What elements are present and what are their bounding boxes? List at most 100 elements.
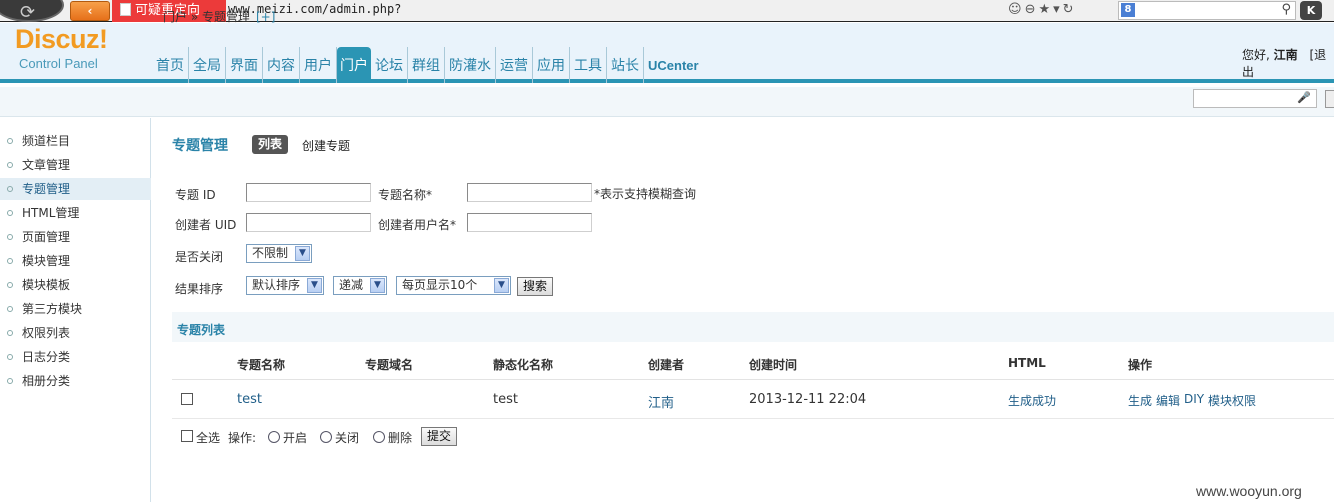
dropdown-arrow-icon[interactable]: ▼ [494,278,509,293]
topic-list-header: 专题列表 [172,312,1334,342]
perpage-select-value: 每页显示10个 [402,278,478,292]
sidebar-item-channels[interactable]: 频道栏目 [0,130,151,152]
tab-list[interactable]: 列表 [252,135,289,154]
static-name-cell: test [493,392,518,407]
tab-create-topic[interactable]: 创建专题 [302,137,350,154]
sidebar-item-pages[interactable]: 页面管理 [0,226,151,248]
sidebar-item-label: 相册分类 [22,374,71,388]
bullet-icon [7,330,13,336]
search-engine-icon[interactable]: 8 [1121,3,1135,17]
admin-search-button[interactable] [1325,90,1334,108]
topic-list-title: 专题列表 [177,323,226,337]
nav-ucenter[interactable]: UCenter [644,47,703,83]
operation-label: 操作: [228,431,257,445]
perpage-select[interactable]: 每页显示10个 ▼ [396,276,511,295]
module-permissions-link[interactable]: 模块权限 [1208,392,1256,409]
microphone-icon[interactable]: 🎤 [1297,91,1311,104]
html-status-link[interactable]: 生成成功 [1008,392,1056,409]
order-select-value: 递减 [339,278,364,292]
dropdown-arrow-icon[interactable]: ▼ [307,278,322,293]
diy-link[interactable]: DIY [1184,392,1204,406]
reload-icon[interactable]: ↻ [1063,2,1077,17]
column-header: 创建者 [648,358,685,372]
column-header: HTML [1008,356,1046,370]
sidebar-item-permissions[interactable]: 权限列表 [0,322,151,344]
browser-search-input[interactable]: 8 ⚲ [1118,1,1296,20]
topic-name-input[interactable] [467,183,592,202]
creator-link[interactable]: 江南 [648,392,674,411]
nav-antispam[interactable]: 防灌水 [445,47,496,83]
add-shortcut-link[interactable]: [+] [256,10,275,24]
sidebar-item-articles[interactable]: 文章管理 [0,154,151,176]
nav-tools[interactable]: 工具 [570,47,607,83]
topic-name-label: 专题名称* [378,188,433,202]
browser-menu-button[interactable]: ⟳ [0,0,64,23]
nav-users[interactable]: 用户 [300,47,337,83]
breadcrumb: 门户 » 专题管理 [+] [163,8,275,25]
back-button[interactable]: ‹ [70,1,110,21]
sidebar-item-html[interactable]: HTML管理 [0,202,151,224]
edit-link[interactable]: 编辑 [1156,392,1180,409]
nav-operations[interactable]: 运营 [496,47,533,83]
chevron-down-icon[interactable]: ▾ [1053,2,1063,17]
topic-name-link[interactable]: test [237,392,262,407]
dropdown-arrow-icon[interactable]: ▼ [295,246,310,261]
nav-forum[interactable]: 论坛 [371,47,408,83]
block-icon[interactable]: ⊖ [1025,2,1039,17]
delete-label: 删除 [388,431,413,445]
logo-subtitle: Control Panel [19,56,98,71]
topic-id-input[interactable] [246,183,371,202]
browser-action-icons[interactable]: ☺⊖★▾↻ [1008,2,1077,17]
bullet-icon [7,210,13,216]
bullet-icon [7,138,13,144]
open-radio[interactable] [268,431,280,443]
creator-uid-input[interactable] [246,213,371,232]
nav-home[interactable]: 首页 [152,47,189,83]
select-all-checkbox[interactable] [181,430,193,442]
extension-button[interactable]: K [1300,1,1322,20]
delete-radio[interactable] [373,431,385,443]
sidebar-item-topics[interactable]: 专题管理 [0,178,151,200]
created-time-cell: 2013-12-11 22:04 [749,392,867,407]
nav-apps[interactable]: 应用 [533,47,570,83]
dropdown-arrow-icon[interactable]: ▼ [370,278,385,293]
nav-groups[interactable]: 群组 [408,47,445,83]
table-header: 专题名称 专题域名 静态化名称 创建者 创建时间 HTML 操作 [172,350,1334,380]
sidebar: 频道栏目 文章管理 专题管理 HTML管理 页面管理 模块管理 模块模板 第三方… [0,118,151,502]
sidebar-item-third-party[interactable]: 第三方模块 [0,298,151,320]
username: 江南 [1273,48,1298,62]
row-checkbox[interactable] [181,393,193,405]
nav-interface[interactable]: 界面 [226,47,263,83]
sidebar-item-label: 专题管理 [22,182,71,196]
nav-content[interactable]: 内容 [263,47,300,83]
sidebar-item-module-templates[interactable]: 模块模板 [0,274,151,296]
bullet-icon [7,354,13,360]
robot-icon[interactable]: ☺ [1008,2,1025,17]
bullet-icon [7,306,13,312]
closed-select[interactable]: 不限制 ▼ [246,244,312,263]
order-select[interactable]: 递减 ▼ [333,276,387,295]
search-button[interactable]: 搜索 [517,277,553,296]
magnifier-icon[interactable]: ⚲ [1281,2,1291,17]
admin-search-input[interactable]: 🎤 [1193,89,1317,108]
sort-select[interactable]: 默认排序 ▼ [246,276,324,295]
column-header: 创建时间 [749,358,798,372]
row-divider [172,418,1334,419]
sidebar-item-modules[interactable]: 模块管理 [0,250,151,272]
bullet-icon [7,258,13,264]
submit-button[interactable]: 提交 [421,427,457,446]
bullet-icon [7,282,13,288]
page-title: 专题管理 [172,138,228,154]
nav-webmaster[interactable]: 站长 [607,47,644,83]
star-icon[interactable]: ★ [1038,2,1053,17]
sidebar-item-label: 第三方模块 [22,302,83,316]
close-radio[interactable] [320,431,332,443]
generate-link[interactable]: 生成 [1128,392,1152,409]
creator-name-input[interactable] [467,213,592,232]
nav-global[interactable]: 全局 [189,47,226,83]
sort-label: 结果排序 [175,282,224,296]
sidebar-item-label: 频道栏目 [22,134,71,148]
nav-portal[interactable]: 门户 [337,47,371,83]
sidebar-item-log-categories[interactable]: 日志分类 [0,346,151,368]
sidebar-item-album-categories[interactable]: 相册分类 [0,370,151,392]
